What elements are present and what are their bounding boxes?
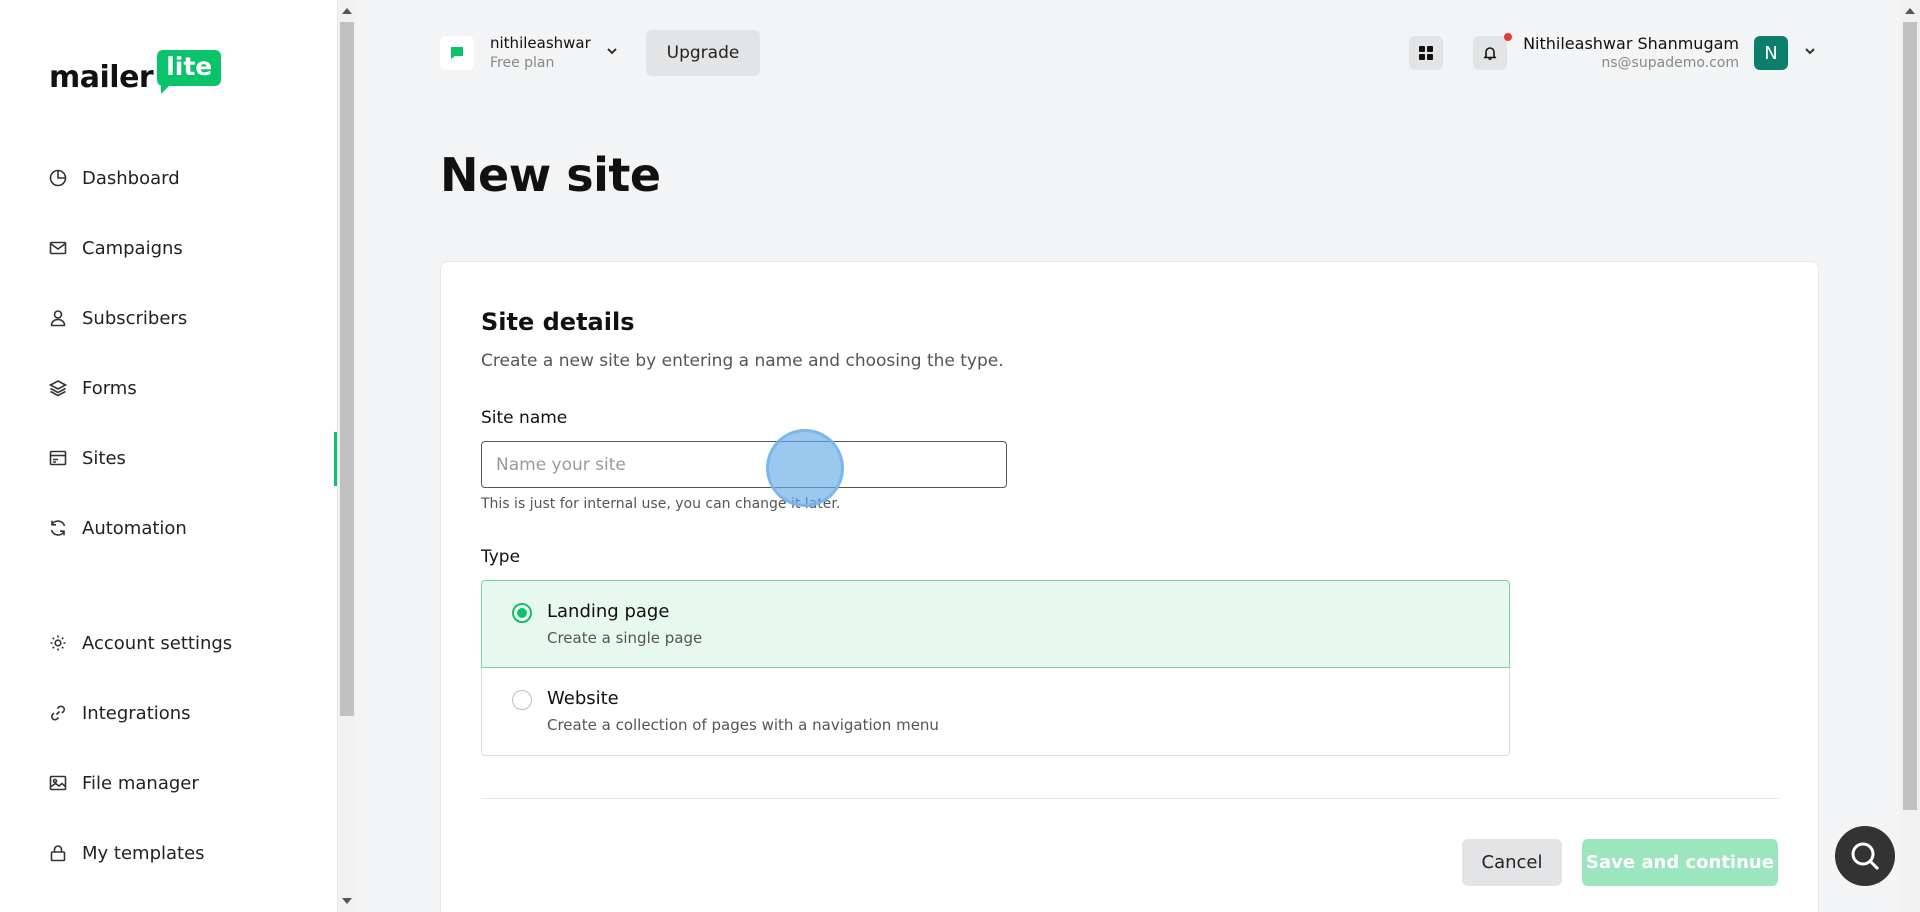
radio-unselected[interactable] xyxy=(512,690,532,710)
browser-icon xyxy=(49,450,67,466)
save-and-continue-button[interactable]: Save and continue xyxy=(1582,839,1778,886)
sidebar-item-label: My templates xyxy=(82,842,205,864)
sidebar-item-sites[interactable]: Sites xyxy=(48,443,126,473)
type-option-landing-page[interactable]: Landing page Create a single page xyxy=(481,580,1510,668)
avatar[interactable]: N xyxy=(1754,36,1788,70)
sidebar-item-file-manager[interactable]: File manager xyxy=(48,768,199,798)
scroll-thumb[interactable] xyxy=(1903,22,1917,810)
card-title: Site details xyxy=(481,308,635,336)
sidebar-item-dashboard[interactable]: Dashboard xyxy=(48,163,180,193)
mail-icon xyxy=(49,241,67,255)
sidebar-item-campaigns[interactable]: Campaigns xyxy=(48,233,183,263)
account-name[interactable]: nithileashwar xyxy=(490,34,591,52)
site-name-input[interactable] xyxy=(481,441,1007,488)
chevron-down-icon[interactable] xyxy=(605,44,619,58)
site-name-help: This is just for internal use, you can c… xyxy=(481,496,841,512)
lock-icon xyxy=(50,845,66,862)
sidebar: mailer lite Dashboard Campaigns Subscrib… xyxy=(0,0,338,912)
option-description: Create a single page xyxy=(547,629,703,647)
image-icon xyxy=(49,775,67,791)
radio-selected[interactable] xyxy=(512,603,532,623)
chat-bubble-icon xyxy=(451,47,463,59)
refresh-icon xyxy=(50,520,66,536)
card-subtitle: Create a new site by entering a name and… xyxy=(481,351,1004,371)
gear-icon xyxy=(50,635,66,651)
scroll-up-arrow-icon[interactable] xyxy=(342,8,352,14)
sidebar-item-account-settings[interactable]: Account settings xyxy=(48,628,232,658)
sidebar-item-label: Integrations xyxy=(82,702,191,724)
sidebar-scrollbar[interactable] xyxy=(338,0,356,912)
apps-grid-button[interactable] xyxy=(1409,36,1443,70)
sidebar-item-my-templates[interactable]: My templates xyxy=(48,838,205,868)
type-label: Type xyxy=(481,547,521,567)
chevron-down-icon[interactable] xyxy=(1803,44,1817,58)
sidebar-item-integrations[interactable]: Integrations xyxy=(48,698,191,728)
logo-text: mailer xyxy=(49,60,154,95)
dashboard-icon xyxy=(49,169,67,187)
help-search-button[interactable] xyxy=(1835,826,1895,886)
sidebar-item-forms[interactable]: Forms xyxy=(48,373,137,403)
user-icon xyxy=(50,310,66,327)
grid-icon xyxy=(1419,46,1433,60)
option-description: Create a collection of pages with a navi… xyxy=(547,716,939,734)
account-icon[interactable] xyxy=(440,36,474,70)
upgrade-button[interactable]: Upgrade xyxy=(646,30,760,76)
cancel-button[interactable]: Cancel xyxy=(1462,839,1562,886)
sidebar-item-label: Forms xyxy=(82,377,137,399)
sidebar-item-label: Subscribers xyxy=(82,307,188,329)
link-icon xyxy=(51,705,65,721)
sidebar-item-label: File manager xyxy=(82,772,199,794)
notification-dot xyxy=(1504,33,1512,41)
layers-icon xyxy=(48,380,68,397)
account-plan: Free plan xyxy=(490,55,555,71)
sidebar-item-subscribers[interactable]: Subscribers xyxy=(48,303,187,333)
search-icon xyxy=(1851,842,1880,871)
type-option-website[interactable]: Website Create a collection of pages wit… xyxy=(481,668,1510,756)
scroll-thumb[interactable] xyxy=(340,22,354,716)
option-title: Landing page xyxy=(547,601,670,622)
scroll-up-arrow-icon[interactable] xyxy=(1905,8,1915,14)
sidebar-item-label: Dashboard xyxy=(82,167,180,189)
page-title: New site xyxy=(440,148,661,202)
sidebar-active-indicator xyxy=(334,432,337,486)
sidebar-item-label: Sites xyxy=(82,447,126,469)
bell-icon xyxy=(1483,47,1497,60)
mailerlite-logo[interactable]: mailer lite xyxy=(49,50,222,96)
notifications-button[interactable] xyxy=(1473,36,1507,70)
page-scrollbar[interactable] xyxy=(1900,0,1920,912)
option-title: Website xyxy=(547,688,619,709)
divider xyxy=(481,798,1779,799)
sidebar-item-label: Account settings xyxy=(82,632,233,654)
sidebar-item-label: Campaigns xyxy=(82,237,183,259)
sidebar-item-label: Automation xyxy=(82,517,187,539)
scroll-down-arrow-icon[interactable] xyxy=(342,898,352,904)
sidebar-item-automation[interactable]: Automation xyxy=(48,513,187,543)
user-name[interactable]: Nithileashwar Shanmugam xyxy=(1523,34,1739,53)
logo-badge: lite xyxy=(157,50,222,94)
user-email: ns@supademo.com xyxy=(1601,55,1739,71)
site-name-label: Site name xyxy=(481,408,568,428)
site-details-card: Site details Create a new site by enteri… xyxy=(440,261,1819,912)
